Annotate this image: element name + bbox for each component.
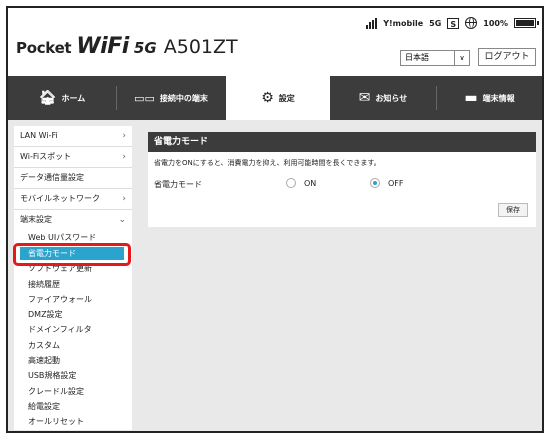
tab-notices[interactable]: ✉ お知らせ bbox=[330, 76, 436, 120]
logo-wifi: WiFi bbox=[76, 34, 129, 59]
mail-icon: ✉ bbox=[358, 90, 371, 106]
network-type: 5G bbox=[429, 18, 442, 28]
sidebar-item-wifi-spot[interactable]: Wi-Fiスポット › bbox=[14, 147, 132, 168]
tab-label: 設定 bbox=[278, 93, 295, 103]
save-button[interactable]: 保存 bbox=[498, 203, 528, 217]
sidebar-subitem-cradle[interactable]: クレードル設定 bbox=[14, 384, 132, 399]
sidebar-subitem-webui-password[interactable]: Web UIパスワード bbox=[14, 230, 132, 245]
signal-icon bbox=[366, 17, 378, 29]
chevron-right-icon: › bbox=[122, 194, 126, 204]
sidebar-item-mobile-network[interactable]: モバイルネットワーク › bbox=[14, 189, 132, 210]
tab-settings[interactable]: ⚙ 設定 bbox=[226, 76, 330, 120]
tab-label: 接続中の端末 bbox=[159, 93, 208, 103]
carrier-label: Y!mobile bbox=[383, 18, 424, 28]
radio-on-indicator bbox=[286, 178, 296, 188]
sidebar-subitem-power-supply[interactable]: 給電設定 bbox=[14, 399, 132, 414]
sidebar-subitem-firewall[interactable]: ファイアウォール bbox=[14, 292, 132, 307]
sidebar-subitem-domain-filter[interactable]: ドメインフィルタ bbox=[14, 322, 132, 337]
sidebar-item-label: データ通信量設定 bbox=[20, 173, 84, 182]
tab-label: 端末情報 bbox=[482, 93, 515, 103]
tab-device-info[interactable]: ▬ 端末情報 bbox=[437, 76, 542, 120]
tab-home[interactable]: 🏠︎ ホーム bbox=[8, 76, 116, 120]
device-info-icon: ▬ bbox=[464, 90, 478, 106]
logout-button[interactable]: ログアウト bbox=[478, 48, 536, 66]
radio-on[interactable]: ON bbox=[286, 178, 316, 188]
globe-icon bbox=[465, 17, 478, 29]
sidebar-subitem-fast-boot[interactable]: 高速起動 bbox=[14, 353, 132, 368]
battery-percent: 100% bbox=[483, 18, 508, 28]
tab-connected-devices[interactable]: ▭▭ 接続中の端末 bbox=[117, 76, 225, 120]
sidebar-subitem-software-update[interactable]: ソフトウェア更新 bbox=[14, 261, 132, 276]
tab-label: お知らせ bbox=[375, 93, 408, 103]
logo: Pocket WiFi 5G A501ZT bbox=[16, 34, 238, 59]
main-content: LAN Wi-Fi › Wi-Fiスポット › データ通信量設定 モバイルネット… bbox=[8, 120, 542, 431]
sidebar-item-lan-wifi[interactable]: LAN Wi-Fi › bbox=[14, 126, 132, 147]
radio-off-indicator bbox=[370, 178, 380, 188]
sidebar-subitem-connection-history[interactable]: 接続履歴 bbox=[14, 277, 132, 292]
logo-pocket: Pocket bbox=[16, 39, 72, 57]
home-icon: 🏠︎ bbox=[38, 90, 57, 106]
header: Pocket WiFi 5G A501ZT Y!mobile 5G S 100%… bbox=[8, 8, 542, 76]
radio-on-label: ON bbox=[304, 178, 317, 188]
sidebar-item-label: 端末設定 bbox=[20, 215, 52, 224]
sim-badge: S bbox=[447, 17, 460, 29]
sidebar-item-data-usage[interactable]: データ通信量設定 bbox=[14, 168, 132, 189]
sidebar-subitem-usb-standard[interactable]: USB規格設定 bbox=[14, 368, 132, 383]
setting-label: 省電力モード bbox=[154, 180, 202, 189]
chevron-down-icon: ∨ bbox=[454, 51, 469, 65]
sidebar: LAN Wi-Fi › Wi-Fiスポット › データ通信量設定 モバイルネット… bbox=[13, 126, 132, 430]
sidebar-item-device-settings[interactable]: 端末設定 ⌄ bbox=[14, 210, 132, 230]
radio-off-label: OFF bbox=[388, 178, 404, 188]
model-name: A501ZT bbox=[163, 36, 238, 58]
devices-icon: ▭▭ bbox=[134, 91, 155, 105]
chevron-down-icon: ⌄ bbox=[118, 215, 126, 225]
gear-icon: ⚙ bbox=[261, 90, 274, 106]
panel-description: 省電力をONにすると、消費電力を抑え、利用可能時間を長くできます。 bbox=[154, 159, 381, 167]
sidebar-subitem-dmz[interactable]: DMZ設定 bbox=[14, 307, 132, 322]
sidebar-item-label: Wi-Fiスポット bbox=[20, 152, 72, 161]
sidebar-subitem-power-saving[interactable]: 省電力モード bbox=[20, 247, 124, 261]
main-nav: 🏠︎ ホーム ▭▭ 接続中の端末 ⚙ 設定 ✉ お知らせ ▬ 端末情報 bbox=[8, 76, 542, 120]
sidebar-item-label: モバイルネットワーク bbox=[20, 194, 100, 203]
power-saving-row: 省電力モード ON OFF bbox=[148, 176, 536, 194]
logo-5g: 5G bbox=[133, 39, 157, 57]
tab-label: ホーム bbox=[61, 93, 86, 103]
language-value: 日本語 bbox=[405, 53, 429, 62]
browser-window: Pocket WiFi 5G A501ZT Y!mobile 5G S 100%… bbox=[6, 6, 544, 433]
chevron-right-icon: › bbox=[122, 152, 126, 162]
radio-off[interactable]: OFF bbox=[370, 178, 404, 188]
sidebar-subitem-custom[interactable]: カスタム bbox=[14, 338, 132, 353]
status-bar: Y!mobile 5G S 100% bbox=[366, 15, 539, 31]
panel-title: 省電力モード bbox=[148, 132, 536, 152]
language-select[interactable]: 日本語 ∨ bbox=[400, 50, 470, 66]
sidebar-item-label: LAN Wi-Fi bbox=[20, 131, 58, 140]
sidebar-subitem-factory-reset[interactable]: オールリセット bbox=[14, 414, 132, 429]
battery-icon bbox=[514, 18, 539, 28]
chevron-right-icon: › bbox=[122, 131, 126, 141]
power-saving-panel: 省電力モード 省電力をONにすると、消費電力を抑え、利用可能時間を長くできます。… bbox=[148, 132, 536, 227]
